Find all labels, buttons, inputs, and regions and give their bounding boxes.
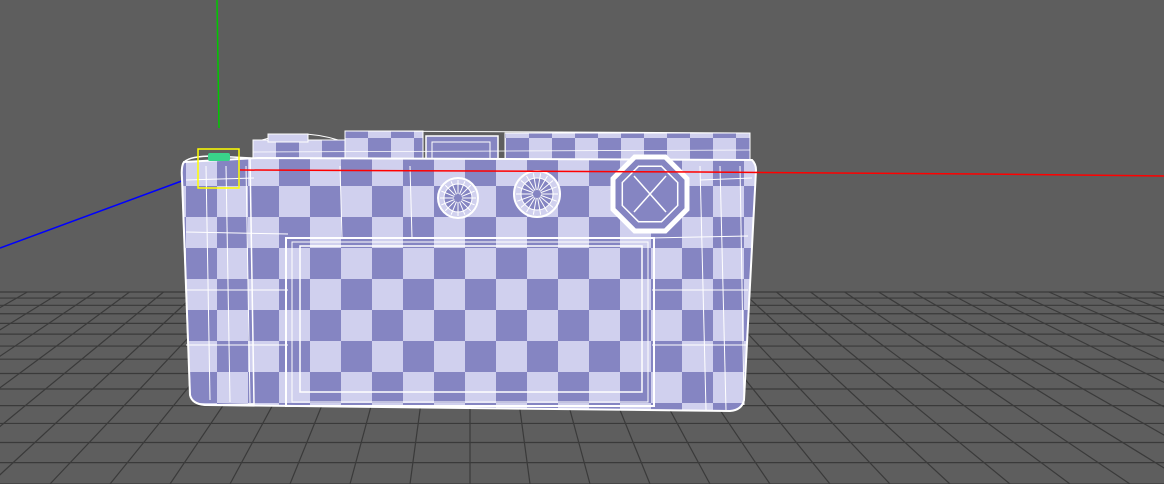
camera-dial-left[interactable]	[437, 177, 479, 219]
camera-mode-ring[interactable]	[610, 154, 690, 234]
selected-vertex-marker[interactable]	[208, 153, 230, 161]
camera-dial-right[interactable]	[513, 170, 561, 218]
camera-lcd-panel[interactable]	[285, 237, 655, 407]
y-axis-line	[216, 0, 220, 129]
viewport-canvas[interactable]	[0, 0, 1164, 484]
camera-model[interactable]	[180, 130, 758, 413]
3d-viewport[interactable]	[0, 0, 1164, 484]
